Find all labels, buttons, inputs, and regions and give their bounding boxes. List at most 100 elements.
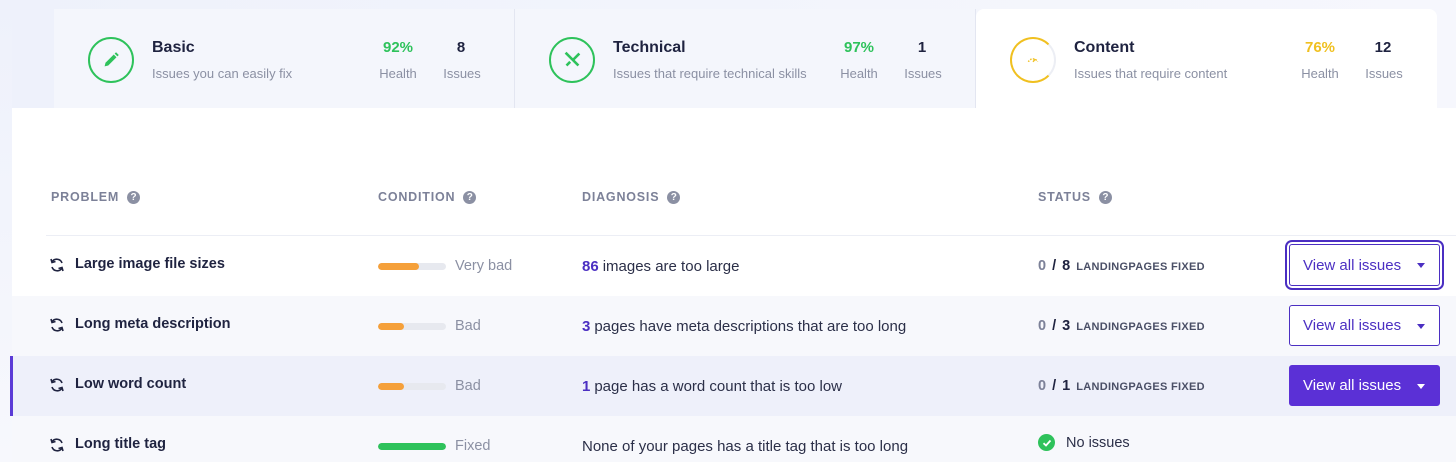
diagnosis-count[interactable]: 3 <box>582 318 590 335</box>
problem-name: Low word count <box>75 376 187 392</box>
card-title: Basic <box>152 39 195 56</box>
status-text: No issues <box>1066 434 1130 451</box>
health-value: 97% <box>843 39 875 56</box>
help-icon[interactable]: ? <box>463 190 477 204</box>
card-subtitle: Issues you can easily fix <box>152 66 293 81</box>
issues-label: Issues <box>443 66 481 81</box>
condition-bar-fill <box>378 443 446 450</box>
table-row-selected[interactable]: Low word count Bad 1 page has a word coun… <box>10 356 1456 416</box>
diagnosis-count[interactable]: 1 <box>582 378 590 395</box>
status-total-count: 3 <box>1062 318 1071 334</box>
health-label: Health <box>379 66 417 81</box>
button-label: View all issues <box>1303 317 1402 334</box>
status-fixed-count: 0 <box>1038 258 1047 274</box>
health-value: 92% <box>382 39 414 56</box>
tools-icon <box>549 37 595 83</box>
table-row[interactable]: Long meta description Bad 3 pages have me… <box>12 296 1456 356</box>
issues-label: Issues <box>1365 66 1403 81</box>
caret-down-icon <box>1417 324 1425 329</box>
condition-label: Bad <box>455 378 481 394</box>
condition-bar <box>378 383 446 390</box>
header-diagnosis-label: DIAGNOSIS <box>582 190 660 204</box>
refresh-icon[interactable] <box>49 377 65 393</box>
status-fixed-count: 0 <box>1038 378 1047 394</box>
table-header: PROBLEM ? CONDITION ? DIAGNOSIS ? STATUS… <box>0 188 1456 208</box>
diagnosis-count[interactable]: 86 <box>582 258 599 275</box>
button-label: View all issues <box>1303 256 1402 274</box>
condition-label: Fixed <box>455 438 491 454</box>
issues-count: 12 <box>1374 39 1392 56</box>
condition-label: Bad <box>455 318 481 334</box>
status-separator: / <box>1052 378 1057 394</box>
check-circle-icon <box>1038 434 1055 451</box>
status-separator: / <box>1052 318 1057 334</box>
diagnosis-text: images are too large <box>602 258 740 275</box>
condition-bar-fill <box>378 383 404 390</box>
condition-bar <box>378 443 446 450</box>
header-problem-label: PROBLEM <box>51 190 120 204</box>
card-title: Content <box>1074 39 1135 56</box>
pencil-icon <box>88 37 134 83</box>
problem-name: Long meta description <box>75 316 231 332</box>
button-label: View all issues <box>1303 377 1402 394</box>
refresh-icon[interactable] <box>49 317 65 333</box>
category-cards: Basic Issues you can easily fix 92% Heal… <box>54 9 1438 109</box>
problem-name: Large image file sizes <box>75 256 225 272</box>
status-label: LANDINGPAGES FIXED <box>1076 381 1205 393</box>
diagnosis: None of your pages has a title tag that … <box>582 438 908 455</box>
condition-bar <box>378 263 446 270</box>
health-value: 76% <box>1304 39 1336 56</box>
status-label: LANDINGPAGES FIXED <box>1076 261 1205 273</box>
help-icon[interactable]: ? <box>1098 190 1112 204</box>
health-label: Health <box>840 66 878 81</box>
condition-bar-fill <box>378 323 404 330</box>
card-subtitle: Issues that require technical skills <box>613 66 807 81</box>
status-total-count: 8 <box>1062 258 1071 274</box>
status: 0 / 3 LANDINGPAGES FIXED <box>1038 318 1205 334</box>
diagnosis: 86 images are too large <box>582 258 739 275</box>
header-status-label: STATUS <box>1038 190 1091 204</box>
status-fixed-count: 0 <box>1038 318 1047 334</box>
status: 0 / 1 LANDINGPAGES FIXED <box>1038 378 1205 394</box>
diagnosis-text: pages have meta descriptions that are to… <box>594 318 907 335</box>
issues-label: Issues <box>904 66 942 81</box>
caret-down-icon <box>1417 263 1425 268</box>
condition-bar-fill <box>378 263 419 270</box>
status-separator: / <box>1052 258 1057 274</box>
condition-bar <box>378 323 446 330</box>
header-condition-label: CONDITION <box>378 190 456 204</box>
card-technical[interactable]: Technical Issues that require technical … <box>515 9 976 108</box>
status: 0 / 8 LANDINGPAGES FIXED <box>1038 258 1205 274</box>
status: No issues <box>1038 434 1130 451</box>
card-basic[interactable]: Basic Issues you can easily fix 92% Heal… <box>54 9 515 108</box>
table-row[interactable]: Long title tag Fixed None of your pages … <box>12 416 1456 462</box>
help-icon[interactable]: ? <box>127 190 141 204</box>
issues-count: 1 <box>917 39 927 56</box>
status-total-count: 1 <box>1062 378 1071 394</box>
card-subtitle: Issues that require content <box>1074 66 1228 81</box>
refresh-icon[interactable] <box>49 437 65 453</box>
header-diagnosis: DIAGNOSIS ? <box>582 190 681 204</box>
card-title: Technical <box>613 39 686 56</box>
problem-name: Long title tag <box>75 436 167 452</box>
view-all-issues-button[interactable]: View all issues <box>1289 365 1440 406</box>
header-problem: PROBLEM ? <box>51 190 141 204</box>
condition-label: Very bad <box>455 258 513 274</box>
selection-indicator <box>10 356 13 416</box>
help-icon[interactable]: ? <box>667 190 681 204</box>
table-row[interactable]: Large image file sizes Very bad 86 images… <box>12 236 1456 296</box>
diagnosis-text: None of your pages has a title tag that … <box>582 438 909 455</box>
view-all-issues-button[interactable]: View all issues <box>1289 305 1440 346</box>
issues-count: 8 <box>456 39 466 56</box>
header-status: STATUS ? <box>1038 190 1112 204</box>
diagnosis: 3 pages have meta descriptions that are t… <box>582 318 906 335</box>
card-content[interactable]: Content Issues that require content 76% … <box>976 9 1437 109</box>
refresh-icon[interactable] <box>49 257 65 273</box>
header-condition: CONDITION ? <box>378 190 477 204</box>
health-label: Health <box>1301 66 1339 81</box>
diagnosis-text: page has a word count that is too low <box>594 378 842 395</box>
diagnosis: 1 page has a word count that is too low <box>582 378 842 395</box>
gauge-icon <box>1010 37 1056 83</box>
status-label: LANDINGPAGES FIXED <box>1076 321 1205 333</box>
view-all-issues-button[interactable]: View all issues <box>1289 244 1440 286</box>
